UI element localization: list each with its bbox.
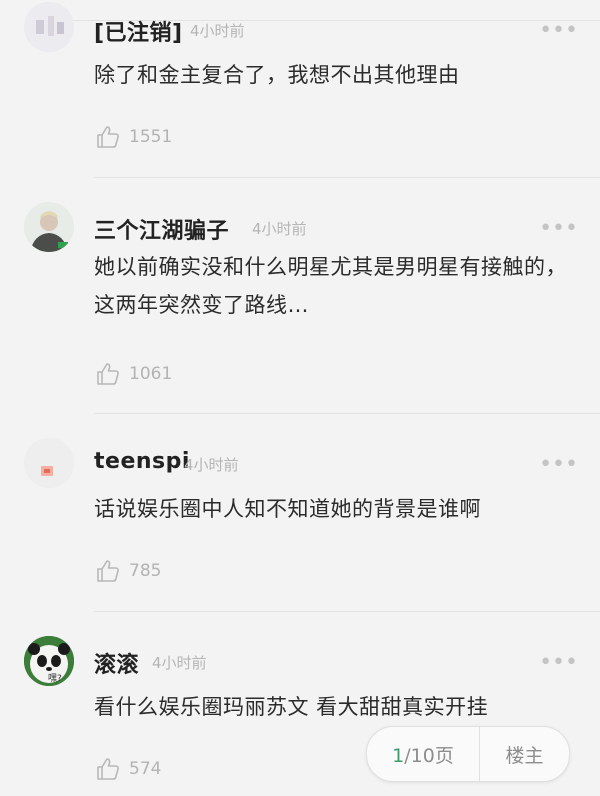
like-count: 1061 xyxy=(129,364,173,384)
more-dots-icon[interactable]: ••• xyxy=(539,20,578,42)
total-pages: /10页 xyxy=(404,744,454,767)
like-button[interactable]: 574 xyxy=(95,756,161,782)
thumbs-up-icon xyxy=(95,558,121,584)
comment-text: 看什么娱乐圈玛丽苏文 看大甜甜真实开挂 xyxy=(94,695,489,719)
avatar-caption: 嘿? xyxy=(48,673,62,684)
like-count: 574 xyxy=(129,759,162,779)
page-indicator-button[interactable]: 1/10页 xyxy=(367,741,479,768)
like-button[interactable]: 1551 xyxy=(95,124,172,150)
more-dots-icon[interactable]: ••• xyxy=(539,218,578,240)
comment-text: 除了和金主复合了，我想不出其他理由 xyxy=(94,63,460,87)
more-dots-icon[interactable]: ••• xyxy=(539,454,578,476)
current-page: 1 xyxy=(392,744,405,767)
comment-item: 三个江湖骗子 4小时前 ••• 她以前确实没和什么明星尤其是男明星有接触的，这两… xyxy=(0,178,600,414)
thumbs-up-icon xyxy=(95,124,121,150)
username[interactable]: 滚滚 xyxy=(94,647,139,679)
comment-time: 4小时前 xyxy=(152,654,207,672)
thumbs-up-icon xyxy=(95,361,121,387)
comment-time: 4小时前 xyxy=(190,22,245,40)
avatar[interactable]: 嘿? xyxy=(24,636,74,686)
username[interactable]: teenspi xyxy=(94,449,190,474)
like-button[interactable]: 785 xyxy=(95,558,161,584)
like-count: 785 xyxy=(129,561,162,581)
comment-time: 4小时前 xyxy=(184,456,239,474)
thumbs-up-icon xyxy=(95,756,121,782)
like-button[interactable]: 1061 xyxy=(95,361,172,387)
comment-time: 4小时前 xyxy=(252,220,307,238)
comment-feed: [已注销] 4小时前 ••• 除了和金主复合了，我想不出其他理由 1551 三个… xyxy=(0,0,600,796)
like-count: 1551 xyxy=(129,127,173,147)
comment-text: 她以前确实没和什么明星尤其是男明星有接触的，这两年突然变了路线… xyxy=(94,255,567,317)
comment-item: [已注销] 4小时前 ••• 除了和金主复合了，我想不出其他理由 1551 xyxy=(0,0,600,180)
owner-only-button[interactable]: 楼主 xyxy=(480,741,569,768)
avatar[interactable] xyxy=(24,438,74,488)
avatar[interactable] xyxy=(24,2,74,52)
avatar[interactable] xyxy=(24,202,74,252)
floating-pager: 1/10页 楼主 xyxy=(366,726,570,782)
more-dots-icon[interactable]: ••• xyxy=(539,652,578,674)
username[interactable]: [已注销] xyxy=(94,15,183,47)
comment-item: teenspi 4小时前 ••• 话说娱乐圈中人知不知道她的背景是谁啊 785 xyxy=(0,414,600,612)
username[interactable]: 三个江湖骗子 xyxy=(94,213,229,245)
comment-text: 话说娱乐圈中人知不知道她的背景是谁啊 xyxy=(94,497,481,521)
